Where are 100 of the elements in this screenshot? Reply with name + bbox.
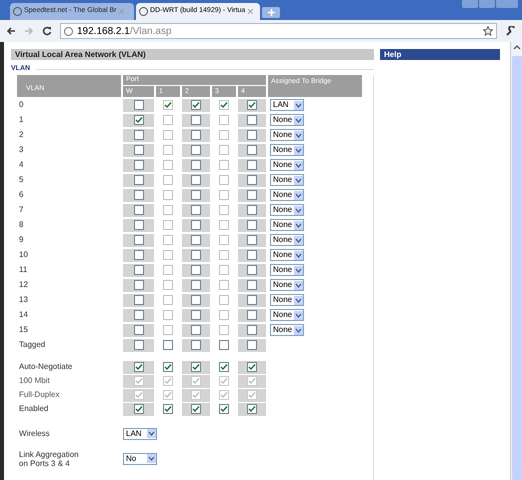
- checkbox[interactable]: [219, 100, 229, 110]
- checkbox[interactable]: [219, 205, 229, 215]
- checkbox[interactable]: [163, 310, 173, 320]
- dropdown[interactable]: LAN: [123, 428, 157, 440]
- checkbox[interactable]: [163, 340, 173, 350]
- checkbox[interactable]: [163, 404, 173, 414]
- dropdown[interactable]: None: [270, 114, 304, 126]
- dropdown[interactable]: None: [270, 234, 304, 246]
- checkbox[interactable]: [191, 115, 201, 125]
- dropdown[interactable]: None: [270, 204, 304, 216]
- checkbox[interactable]: [191, 404, 201, 414]
- checkbox[interactable]: [191, 340, 201, 350]
- checkbox[interactable]: [134, 100, 144, 110]
- checkbox[interactable]: [247, 205, 257, 215]
- checkbox[interactable]: [219, 175, 229, 185]
- checkbox[interactable]: [134, 115, 144, 125]
- checkbox[interactable]: [134, 205, 144, 215]
- new-tab-button[interactable]: [262, 7, 280, 18]
- dropdown[interactable]: None: [270, 324, 304, 336]
- dropdown[interactable]: None: [270, 249, 304, 261]
- checkbox[interactable]: [247, 404, 257, 414]
- dropdown[interactable]: None: [270, 129, 304, 141]
- checkbox[interactable]: [134, 340, 144, 350]
- checkbox[interactable]: [191, 175, 201, 185]
- checkbox[interactable]: [191, 362, 201, 372]
- checkbox[interactable]: [247, 325, 257, 335]
- checkbox[interactable]: [163, 362, 173, 372]
- checkbox[interactable]: [163, 190, 173, 200]
- checkbox[interactable]: [134, 145, 144, 155]
- reload-icon[interactable]: [42, 26, 52, 36]
- checkbox[interactable]: [134, 130, 144, 140]
- checkbox[interactable]: [219, 265, 229, 275]
- checkbox[interactable]: [134, 280, 144, 290]
- scroll-thumb[interactable]: [512, 56, 522, 480]
- checkbox[interactable]: [247, 145, 257, 155]
- checkbox[interactable]: [247, 100, 257, 110]
- checkbox[interactable]: [134, 235, 144, 245]
- checkbox[interactable]: [247, 115, 257, 125]
- checkbox[interactable]: [247, 340, 257, 350]
- checkbox[interactable]: [134, 295, 144, 305]
- checkbox[interactable]: [163, 100, 173, 110]
- checkbox[interactable]: [247, 280, 257, 290]
- checkbox[interactable]: [163, 295, 173, 305]
- dropdown[interactable]: None: [270, 189, 304, 201]
- checkbox[interactable]: [134, 175, 144, 185]
- checkbox[interactable]: [163, 145, 173, 155]
- checkbox[interactable]: [191, 130, 201, 140]
- checkbox[interactable]: [163, 220, 173, 230]
- checkbox[interactable]: [134, 190, 144, 200]
- checkbox[interactable]: [247, 190, 257, 200]
- checkbox[interactable]: [219, 295, 229, 305]
- checkbox[interactable]: [247, 362, 257, 372]
- checkbox[interactable]: [219, 115, 229, 125]
- dropdown[interactable]: None: [270, 294, 304, 306]
- checkbox[interactable]: [247, 235, 257, 245]
- checkbox[interactable]: [219, 190, 229, 200]
- dropdown[interactable]: LAN: [270, 99, 304, 111]
- checkbox[interactable]: [163, 160, 173, 170]
- checkbox[interactable]: [134, 160, 144, 170]
- checkbox[interactable]: [219, 130, 229, 140]
- checkbox[interactable]: [134, 362, 144, 372]
- dropdown[interactable]: None: [270, 144, 304, 156]
- checkbox[interactable]: [191, 250, 201, 260]
- checkbox[interactable]: [191, 235, 201, 245]
- checkbox[interactable]: [247, 310, 257, 320]
- checkbox[interactable]: [134, 250, 144, 260]
- checkbox[interactable]: [191, 310, 201, 320]
- checkbox[interactable]: [163, 325, 173, 335]
- checkbox[interactable]: [134, 310, 144, 320]
- checkbox[interactable]: [219, 220, 229, 230]
- checkbox[interactable]: [191, 220, 201, 230]
- dropdown[interactable]: None: [270, 279, 304, 291]
- checkbox[interactable]: [163, 115, 173, 125]
- checkbox[interactable]: [163, 205, 173, 215]
- checkbox[interactable]: [134, 220, 144, 230]
- checkbox[interactable]: [219, 235, 229, 245]
- checkbox[interactable]: [163, 130, 173, 140]
- checkbox[interactable]: [191, 265, 201, 275]
- star-icon[interactable]: [483, 26, 493, 36]
- checkbox[interactable]: [247, 160, 257, 170]
- checkbox[interactable]: [191, 100, 201, 110]
- checkbox[interactable]: [163, 250, 173, 260]
- dropdown[interactable]: None: [270, 159, 304, 171]
- checkbox[interactable]: [219, 362, 229, 372]
- checkbox[interactable]: [191, 280, 201, 290]
- checkbox[interactable]: [219, 310, 229, 320]
- checkbox[interactable]: [247, 130, 257, 140]
- checkbox[interactable]: [247, 295, 257, 305]
- checkbox[interactable]: [247, 175, 257, 185]
- dropdown[interactable]: None: [270, 309, 304, 321]
- dropdown[interactable]: None: [270, 219, 304, 231]
- checkbox[interactable]: [219, 340, 229, 350]
- address-bar[interactable]: 192.168.2.1/Vlan.asp: [60, 23, 497, 39]
- checkbox[interactable]: [163, 265, 173, 275]
- checkbox[interactable]: [163, 175, 173, 185]
- checkbox[interactable]: [219, 250, 229, 260]
- checkbox[interactable]: [134, 404, 144, 414]
- checkbox[interactable]: [219, 404, 229, 414]
- checkbox[interactable]: [134, 265, 144, 275]
- checkbox[interactable]: [191, 295, 201, 305]
